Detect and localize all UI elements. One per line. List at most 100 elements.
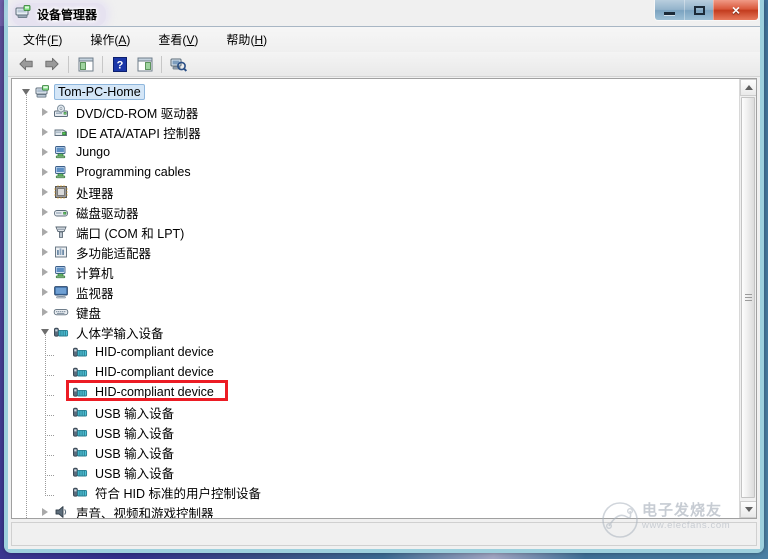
- expand-triangle-icon[interactable]: [37, 282, 53, 302]
- tree-item[interactable]: USB 输入设备: [12, 462, 738, 482]
- minimize-button[interactable]: [655, 0, 684, 20]
- menu-bar: 文件(F) 操作(A) 查看(V) 帮助(H): [8, 27, 760, 52]
- expand-triangle-icon[interactable]: [37, 262, 53, 282]
- tree-item[interactable]: 端口 (COM 和 LPT): [12, 222, 738, 242]
- maximize-button[interactable]: [684, 0, 713, 20]
- expand-triangle-icon[interactable]: [37, 302, 53, 322]
- tree-item[interactable]: HID-compliant device: [12, 342, 738, 362]
- tree-item-label: 键盘: [76, 306, 102, 321]
- tree-item[interactable]: USB 输入设备: [12, 442, 738, 462]
- properties-button[interactable]: [132, 53, 157, 75]
- tree-item[interactable]: HID-compliant device: [12, 362, 738, 382]
- close-icon: ×: [731, 2, 741, 18]
- tree-item[interactable]: 磁盘驱动器: [12, 202, 738, 222]
- show-hide-console-tree-button[interactable]: [73, 53, 98, 75]
- back-button[interactable]: [14, 53, 39, 75]
- scrollbar-thumb[interactable]: [741, 97, 755, 498]
- collapse-triangle-icon[interactable]: [37, 322, 53, 342]
- keyboard-icon: [53, 304, 69, 320]
- expand-triangle-icon[interactable]: [37, 122, 53, 142]
- expand-triangle-icon[interactable]: [37, 242, 53, 262]
- menu-file[interactable]: 文件(F): [20, 29, 65, 50]
- tree-item[interactable]: USB 输入设备: [12, 422, 738, 442]
- tree-item[interactable]: 声音、视频和游戏控制器: [12, 502, 738, 518]
- hid-device-icon: [72, 444, 88, 460]
- expand-triangle-icon[interactable]: [37, 102, 53, 122]
- hid-device-icon: [72, 384, 88, 400]
- maximize-icon: [693, 5, 705, 15]
- device-tree: Tom-PC-Home DVD/CD-ROM 驱动器 IDE ATA/ATAPI 控…: [12, 82, 738, 518]
- monitor-icon: [53, 284, 69, 300]
- tree-item[interactable]: 计算机: [12, 262, 738, 282]
- menu-action-label: 操作: [90, 33, 115, 47]
- device-tree-panel[interactable]: Tom-PC-Home DVD/CD-ROM 驱动器 IDE ATA/ATAPI 控…: [11, 78, 757, 519]
- tree-item[interactable]: 多功能适配器: [12, 242, 738, 262]
- tree-item[interactable]: 监视器: [12, 282, 738, 302]
- tree-item[interactable]: DVD/CD-ROM 驱动器: [12, 102, 738, 122]
- expand-triangle-icon[interactable]: [37, 202, 53, 222]
- disk-drive-icon: [53, 204, 69, 220]
- toolbar-separator-1: [68, 55, 69, 73]
- menu-view-label: 查看: [158, 33, 183, 47]
- menu-file-label: 文件: [23, 33, 48, 47]
- tree-item[interactable]: Jungo: [12, 142, 738, 162]
- forward-button[interactable]: [39, 53, 64, 75]
- help-button[interactable]: ?: [107, 53, 132, 75]
- tree-item-label: USB 输入设备: [95, 426, 175, 441]
- tree-item[interactable]: 处理器: [12, 182, 738, 202]
- window-controls: ×: [654, 0, 759, 21]
- tree-item-label: 端口 (COM 和 LPT): [76, 226, 185, 241]
- tree-item[interactable]: 键盘: [12, 302, 738, 322]
- sound-video-game-icon: [53, 504, 69, 518]
- scroll-down-arrow-icon: [744, 507, 753, 512]
- back-arrow-icon: [19, 57, 33, 71]
- toolbar: ?: [8, 52, 760, 77]
- hid-icon: [53, 324, 69, 340]
- menu-help-accel: H: [254, 33, 264, 47]
- toolbar-separator-2: [102, 55, 103, 73]
- tree-item[interactable]: HID-compliant device: [12, 382, 738, 402]
- tree-item-label: HID-compliant device: [95, 345, 214, 359]
- menu-file-accel: F: [51, 33, 59, 47]
- scroll-up-button[interactable]: [740, 79, 756, 96]
- hid-device-icon: [72, 484, 88, 500]
- hid-device-icon: [72, 344, 88, 360]
- tree-item[interactable]: 符合 HID 标准的用户控制设备: [12, 482, 738, 502]
- expand-triangle-icon[interactable]: [37, 182, 53, 202]
- tree-item-label: 人体学输入设备: [76, 326, 164, 341]
- tree-item[interactable]: USB 输入设备: [12, 402, 738, 422]
- expand-triangle-icon[interactable]: [37, 222, 53, 242]
- tree-item[interactable]: IDE ATA/ATAPI 控制器: [12, 122, 738, 142]
- expand-triangle-icon[interactable]: [37, 162, 53, 182]
- scroll-up-arrow-icon: [744, 85, 753, 90]
- device-manager-window: 设备管理器 × 文件(F) 操作(A) 查看(V) 帮助(H) ? Tom-PC…: [4, 0, 764, 553]
- status-bar: [11, 522, 757, 546]
- expand-triangle-icon[interactable]: [37, 502, 53, 518]
- scroll-down-button[interactable]: [740, 501, 756, 518]
- menu-view[interactable]: 查看(V): [155, 29, 201, 50]
- menu-view-accel: V: [186, 33, 195, 47]
- menu-help[interactable]: 帮助(H): [223, 29, 270, 50]
- vertical-scrollbar[interactable]: [739, 79, 756, 518]
- tree-item-label: IDE ATA/ATAPI 控制器: [76, 126, 201, 141]
- console-tree-icon: [78, 57, 93, 71]
- scan-hardware-icon: [170, 58, 187, 72]
- close-button[interactable]: ×: [713, 0, 758, 20]
- tree-root-item[interactable]: Tom-PC-Home: [12, 82, 738, 102]
- tree-item-label: 处理器: [76, 186, 114, 201]
- collapse-triangle-icon[interactable]: [18, 82, 34, 102]
- menu-action[interactable]: 操作(A): [87, 29, 133, 50]
- tree-item[interactable]: 人体学输入设备: [12, 322, 738, 342]
- scan-for-hardware-changes-button[interactable]: [166, 53, 191, 75]
- window-title-group: 设备管理器: [12, 3, 107, 26]
- tree-item-label: Tom-PC-Home: [54, 84, 145, 100]
- tree-item[interactable]: Programming cables: [12, 162, 738, 182]
- expand-triangle-icon[interactable]: [37, 142, 53, 162]
- title-bar[interactable]: 设备管理器 ×: [8, 0, 760, 26]
- programming-cable-icon: [53, 164, 69, 180]
